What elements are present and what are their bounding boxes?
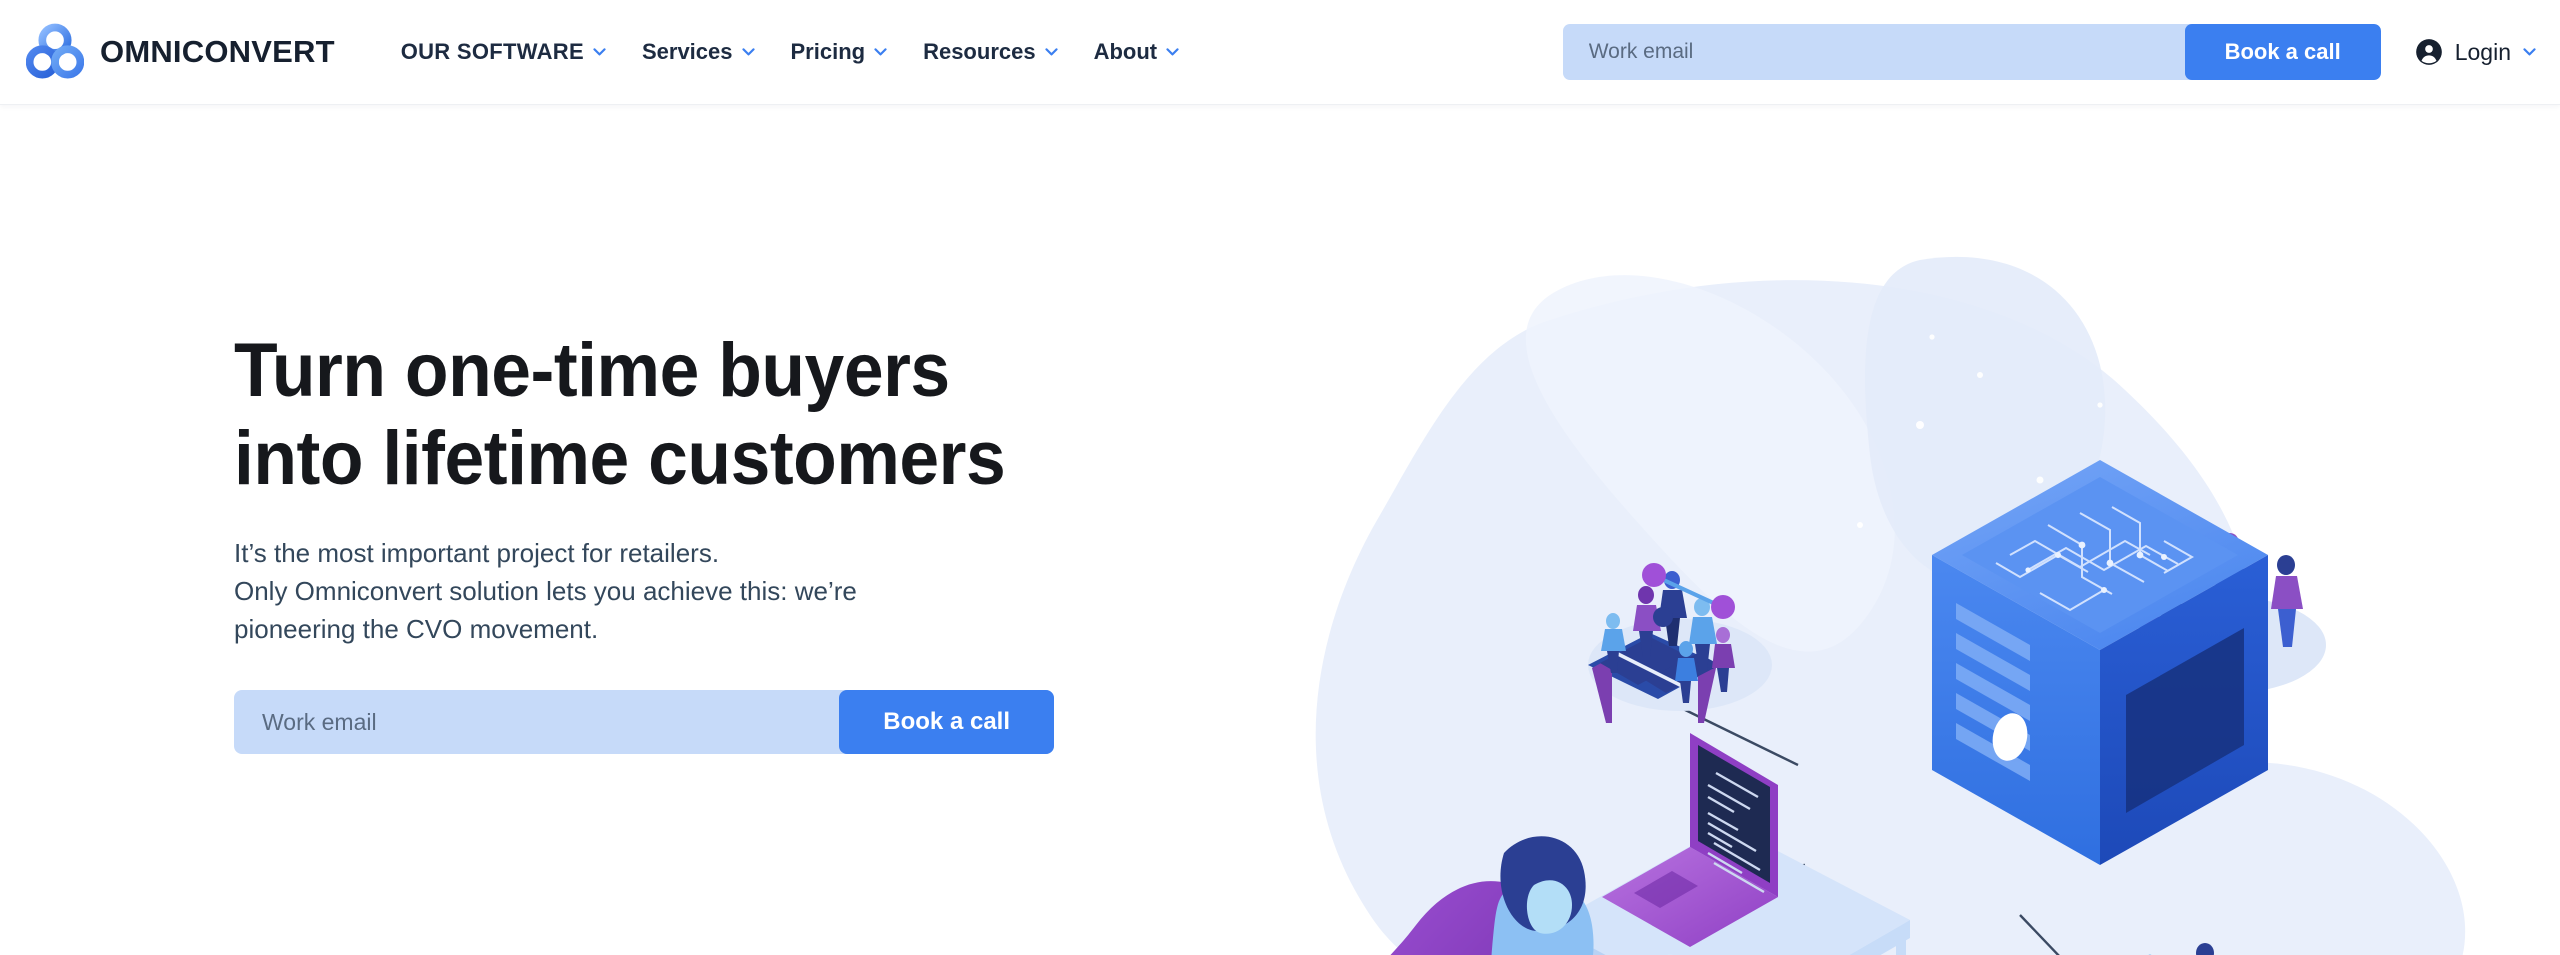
- brand-logo-link[interactable]: OMNICONVERT: [25, 23, 335, 81]
- hero-section: Turn one-time buyers into lifetime custo…: [0, 105, 2560, 955]
- hero-title-line-1: Turn one-time buyers: [234, 328, 950, 413]
- chevron-down-icon: [1044, 48, 1058, 56]
- chevron-down-icon: [2523, 48, 2536, 56]
- page-title: Turn one-time buyers into lifetime custo…: [234, 327, 1174, 503]
- hero-subtitle: It’s the most important project for reta…: [234, 535, 1024, 648]
- chevron-down-icon: [593, 48, 606, 56]
- nav-item-label: OUR SOFTWARE: [400, 39, 584, 64]
- header-book-a-call-button[interactable]: Book a call: [2184, 24, 2381, 80]
- hero-subtitle-line-1: It’s the most important project for reta…: [234, 538, 720, 569]
- nav-item-about[interactable]: About: [1092, 33, 1182, 71]
- header-email-form: Book a call: [1562, 24, 2381, 80]
- nav-item-label: Resources: [923, 39, 1036, 64]
- three-rings-logo-icon: [25, 23, 85, 81]
- chevron-down-icon: [1166, 48, 1179, 56]
- chevron-down-icon: [741, 48, 755, 56]
- hero-subtitle-line-3: pioneering the CVO movement.: [234, 613, 599, 644]
- site-header: OMNICONVERT OUR SOFTWARE Services Pricin…: [0, 0, 2560, 105]
- isometric-data-network-illustration: [1220, 225, 2520, 955]
- hero-copy: Turn one-time buyers into lifetime custo…: [234, 327, 1234, 755]
- login-menu[interactable]: Login: [2415, 38, 2536, 66]
- login-label: Login: [2454, 38, 2511, 65]
- hero-email-form: Book a call: [234, 690, 1054, 755]
- nav-item-label: Services: [641, 39, 733, 64]
- chevron-down-icon: [874, 48, 887, 56]
- nav-item-services[interactable]: Services: [640, 33, 757, 71]
- header-right-actions: Book a call Login: [1562, 24, 2560, 80]
- hero-book-a-call-button[interactable]: Book a call: [839, 690, 1054, 755]
- nav-item-label: About: [1093, 39, 1158, 64]
- nav-item-resources[interactable]: Resources: [921, 33, 1060, 71]
- header-email-input[interactable]: [1562, 24, 2185, 80]
- main-navigation: OUR SOFTWARE Services Pricing Resources: [399, 33, 1181, 71]
- brand-name: OMNICONVERT: [100, 34, 335, 69]
- hero-title-line-2: into lifetime customers: [234, 416, 1006, 502]
- account-circle-icon: [2415, 38, 2443, 66]
- hero-email-input[interactable]: [234, 690, 840, 755]
- nav-item-our-software[interactable]: OUR SOFTWARE: [399, 33, 608, 71]
- nav-item-pricing[interactable]: Pricing: [789, 33, 890, 71]
- hero-subtitle-line-2: Only Omniconvert solution lets you achie…: [234, 576, 857, 606]
- nav-item-label: Pricing: [790, 39, 866, 64]
